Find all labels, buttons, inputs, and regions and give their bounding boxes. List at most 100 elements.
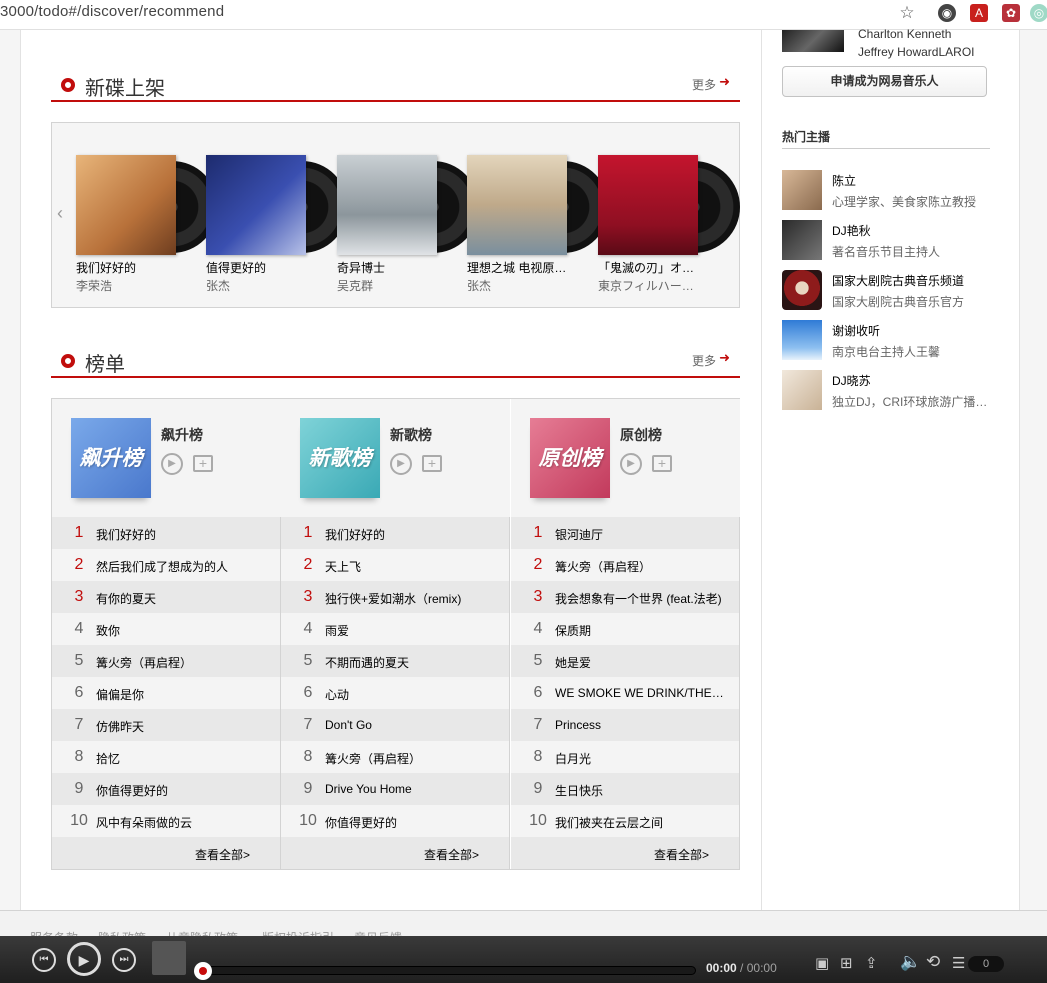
song-title[interactable]: Princess: [555, 718, 731, 732]
extension-icon-green[interactable]: ◎: [1030, 4, 1047, 22]
previous-track-icon[interactable]: ⏮: [32, 948, 56, 972]
album-cover[interactable]: [76, 155, 176, 255]
next-track-icon[interactable]: ⏭: [112, 948, 136, 972]
dj-avatar[interactable]: [782, 270, 822, 310]
add-to-list-icon[interactable]: +: [422, 455, 442, 472]
chart-song-row[interactable]: 1 我们好好的: [52, 517, 280, 549]
chart-song-row[interactable]: 6 心动: [281, 677, 509, 709]
chart-song-row[interactable]: 10 你值得更好的: [281, 805, 509, 837]
song-title[interactable]: 篝火旁（再启程）: [96, 654, 272, 671]
song-title[interactable]: 你值得更好的: [96, 782, 272, 799]
chart-song-row[interactable]: 3 我会想象有一个世界 (feat.法老): [511, 581, 739, 613]
song-title[interactable]: 我们好好的: [325, 526, 501, 543]
chart-song-row[interactable]: 5 篝火旁（再启程）: [52, 645, 280, 677]
chart-song-row[interactable]: 8 拾忆: [52, 741, 280, 773]
chart-song-row[interactable]: 2 然后我们成了想成为的人: [52, 549, 280, 581]
song-title[interactable]: Drive You Home: [325, 782, 501, 796]
chart-song-row[interactable]: 2 天上飞: [281, 549, 509, 581]
song-title[interactable]: 偏偏是你: [96, 686, 272, 703]
play-icon[interactable]: ▶: [620, 453, 642, 475]
chart-song-row[interactable]: 5 她是爱: [511, 645, 739, 677]
chart-song-row[interactable]: 6 偏偏是你: [52, 677, 280, 709]
chart-song-row[interactable]: 2 篝火旁（再启程）: [511, 549, 739, 581]
extension-icon[interactable]: ◉: [938, 4, 956, 22]
album-item[interactable]: 我们好好的 李荣浩: [76, 155, 218, 295]
pdf-extension-icon[interactable]: A: [970, 4, 988, 22]
artist-name[interactable]: Charlton Kenneth: [858, 27, 951, 41]
dj-name[interactable]: DJ晓苏: [832, 372, 871, 389]
album-artist[interactable]: 吴克群: [337, 277, 437, 294]
chart-song-row[interactable]: 9 你值得更好的: [52, 773, 280, 805]
album-cover[interactable]: [467, 155, 567, 255]
song-title[interactable]: 白月光: [555, 750, 731, 767]
album-cover[interactable]: [598, 155, 698, 255]
dj-name[interactable]: DJ艳秋: [832, 222, 871, 239]
bookmark-star-icon[interactable]: ☆: [898, 4, 916, 22]
dj-avatar[interactable]: [782, 370, 822, 410]
song-title[interactable]: WE SMOKE WE DRINK/THEN WE: [555, 686, 731, 700]
volume-icon[interactable]: 🔈: [900, 952, 921, 972]
song-title[interactable]: 篝火旁（再启程）: [325, 750, 501, 767]
dj-name[interactable]: 国家大剧院古典音乐频道: [832, 272, 964, 289]
album-name[interactable]: 「鬼滅の刃」オリジナル: [598, 259, 698, 276]
apply-musician-button[interactable]: 申请成为网易音乐人: [782, 66, 987, 97]
dj-item[interactable]: 国家大剧院古典音乐频道 国家大剧院古典音乐官方: [782, 270, 992, 310]
chart-song-row[interactable]: 8 白月光: [511, 741, 739, 773]
chart-song-row[interactable]: 9 生日快乐: [511, 773, 739, 805]
album-name[interactable]: 理想之城 电视原声带: [467, 259, 567, 276]
song-title[interactable]: 拾忆: [96, 750, 272, 767]
picture-in-picture-icon[interactable]: ▣: [815, 954, 829, 972]
artist-avatar[interactable]: [782, 30, 844, 52]
dj-item[interactable]: DJ艳秋 著名音乐节目主持人: [782, 220, 992, 260]
chart-song-row[interactable]: 6 WE SMOKE WE DRINK/THEN WE: [511, 677, 739, 709]
chart-song-row[interactable]: 4 保质期: [511, 613, 739, 645]
chart-name[interactable]: 新歌榜: [390, 425, 432, 445]
album-cover[interactable]: [206, 155, 306, 255]
url-text[interactable]: 3000/todo#/discover/recommend: [0, 3, 224, 20]
album-item[interactable]: 理想之城 电视原声带 张杰: [467, 155, 609, 295]
chart-name[interactable]: 原创榜: [620, 425, 662, 445]
chart-song-row[interactable]: 7 Princess: [511, 709, 739, 741]
song-title[interactable]: 然后我们成了想成为的人: [96, 558, 272, 575]
chart-song-row[interactable]: 8 篝火旁（再启程）: [281, 741, 509, 773]
playlist-count[interactable]: 0: [968, 956, 1004, 972]
song-title[interactable]: 她是爱: [555, 654, 731, 671]
album-name[interactable]: 奇异博士: [337, 259, 437, 276]
chart-song-row[interactable]: 1 银河迪厅: [511, 517, 739, 549]
song-title[interactable]: 银河迪厅: [555, 526, 731, 543]
song-title[interactable]: 我们被夹在云层之间: [555, 814, 731, 831]
progress-bar[interactable]: [200, 966, 696, 975]
song-title[interactable]: 有你的夏天: [96, 590, 272, 607]
view-all-link[interactable]: 查看全部>: [424, 846, 479, 863]
add-to-list-icon[interactable]: +: [193, 455, 213, 472]
add-to-playlist-icon[interactable]: ⊞: [840, 954, 853, 972]
album-name[interactable]: 我们好好的: [76, 259, 176, 276]
loop-icon[interactable]: ⟲: [926, 952, 940, 972]
dj-name[interactable]: 陈立: [832, 172, 856, 189]
now-playing-thumbnail[interactable]: [152, 941, 186, 975]
dj-item[interactable]: DJ晓苏 独立DJ，CRI环球旅游广播特邀DJ: [782, 370, 992, 410]
scrollbar[interactable]: [1043, 30, 1047, 910]
playlist-icon[interactable]: ☰: [952, 954, 965, 972]
dj-avatar[interactable]: [782, 220, 822, 260]
dj-avatar[interactable]: [782, 320, 822, 360]
song-title[interactable]: 生日快乐: [555, 782, 731, 799]
song-title[interactable]: 我们好好的: [96, 526, 272, 543]
add-to-list-icon[interactable]: +: [652, 455, 672, 472]
song-title[interactable]: 致你: [96, 622, 272, 639]
album-item[interactable]: 奇异博士 吴克群: [337, 155, 479, 295]
song-title[interactable]: 保质期: [555, 622, 731, 639]
chart-name[interactable]: 飙升榜: [161, 425, 203, 445]
song-title[interactable]: 独行侠+爱如潮水（remix): [325, 590, 501, 607]
chart-song-row[interactable]: 7 仿佛昨天: [52, 709, 280, 741]
album-name[interactable]: 值得更好的: [206, 259, 306, 276]
song-title[interactable]: Don't Go: [325, 718, 501, 732]
charts-more-link[interactable]: 更多: [692, 352, 716, 369]
song-title[interactable]: 不期而遇的夏天: [325, 654, 501, 671]
chart-song-row[interactable]: 3 有你的夏天: [52, 581, 280, 613]
album-artist[interactable]: 李荣浩: [76, 277, 176, 294]
chart-song-row[interactable]: 9 Drive You Home: [281, 773, 509, 805]
song-title[interactable]: 天上飞: [325, 558, 501, 575]
chart-song-row[interactable]: 10 风中有朵雨做的云: [52, 805, 280, 837]
new-albums-more-link[interactable]: 更多: [692, 76, 716, 93]
